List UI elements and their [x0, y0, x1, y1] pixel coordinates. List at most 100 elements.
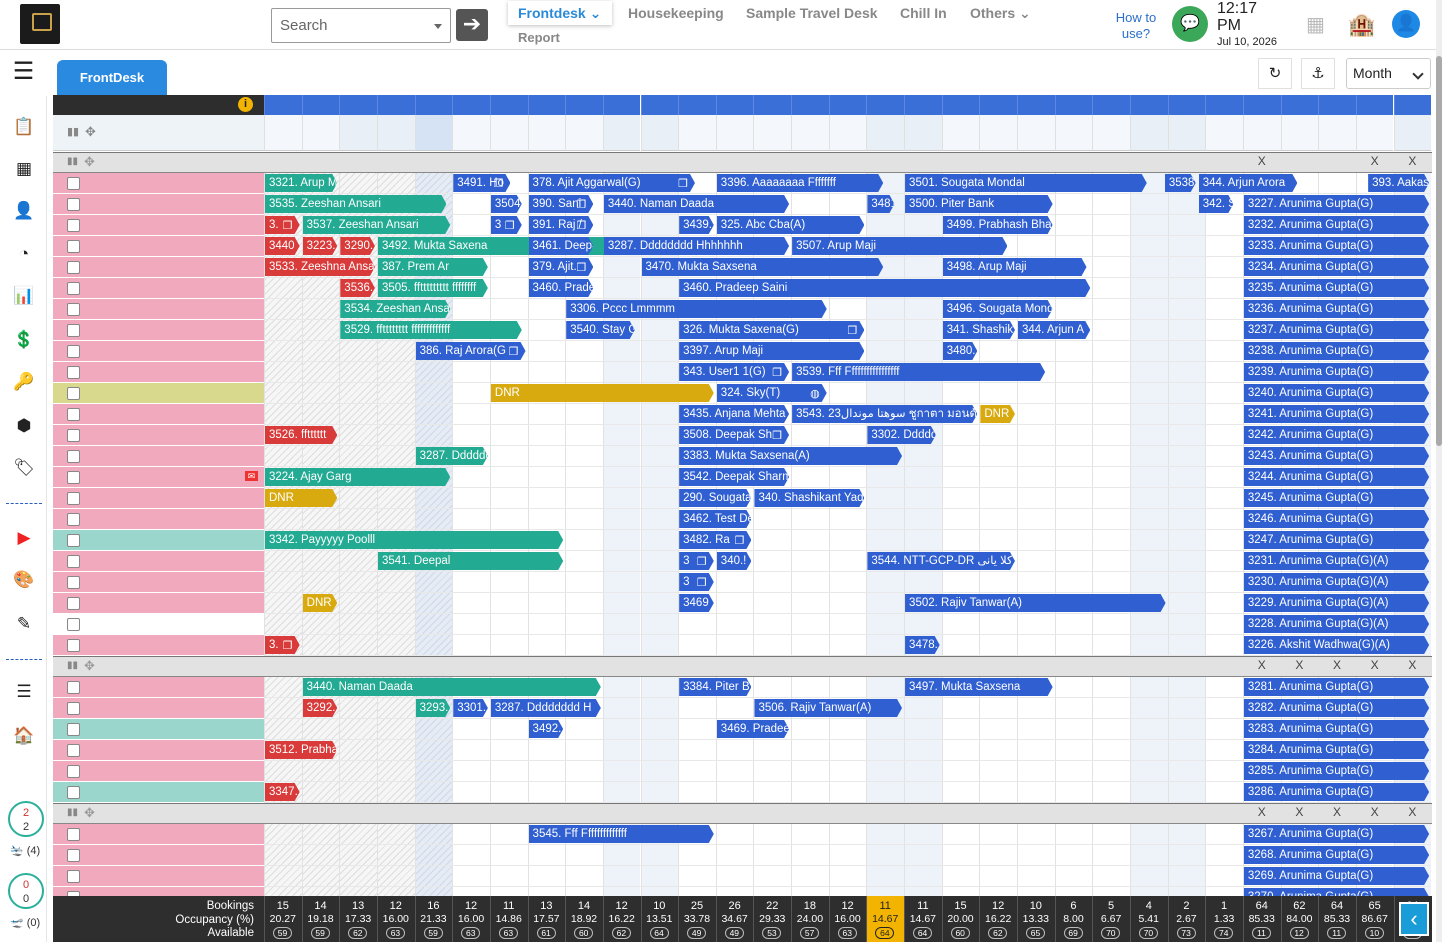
booking-bar[interactable]: 3267. Arunima Gupta(G) — [1244, 825, 1429, 843]
blocked-count[interactable] — [376, 95, 415, 115]
booking-bar[interactable]: 3287. Dddddddd H — [491, 699, 601, 717]
booking-bar[interactable]: 3240. Arunima Gupta(G) — [1244, 384, 1429, 402]
blocked-count[interactable] — [527, 95, 566, 115]
room-row[interactable] — [53, 488, 264, 509]
booking-bar[interactable]: 3507. Arup Maji — [792, 237, 1007, 255]
blocked-count[interactable] — [452, 95, 490, 115]
room-row[interactable] — [53, 362, 264, 383]
move-icon[interactable]: ✥ — [84, 658, 95, 674]
room-row[interactable] — [53, 740, 264, 761]
date-header-cell[interactable] — [1242, 115, 1281, 151]
date-header-cell[interactable] — [527, 115, 566, 151]
booking-bar[interactable]: 3504. — [491, 195, 522, 213]
anchor-icon[interactable]: ⚓ — [1301, 58, 1335, 89]
booking-bar[interactable]: 290. Sougata — [679, 489, 751, 507]
booking-bar[interactable]: 391. Raj / ❐ — [529, 216, 594, 234]
booking-bar[interactable]: 3499. Prabhash Bhatnagar — [943, 216, 1053, 234]
booking-bar[interactable]: 340. Shashikant Yad — [754, 489, 864, 507]
booking-bar[interactable]: 3244. Arunima Gupta(G) — [1244, 468, 1429, 486]
blocked-count[interactable] — [791, 95, 829, 115]
blocked-count[interactable] — [339, 95, 377, 115]
move-icon[interactable]: ✥ — [84, 805, 95, 821]
date-header-cell[interactable] — [565, 115, 603, 151]
booking-bar[interactable]: 3237. Arunima Gupta(G) — [1244, 321, 1429, 339]
room-checkbox[interactable] — [67, 450, 80, 463]
date-header-cell[interactable] — [301, 115, 340, 151]
booking-bar[interactable]: 3. ❐ — [265, 216, 300, 234]
booking-bar[interactable]: 3462. Test De — [679, 510, 751, 528]
date-header-cell[interactable] — [828, 115, 867, 151]
date-header-cell[interactable] — [1092, 115, 1130, 151]
room-row[interactable] — [53, 194, 264, 215]
booking-bar[interactable]: 3 ❐ — [679, 552, 714, 570]
copy-icon[interactable]: ❐ — [576, 217, 586, 234]
booking-bar[interactable]: 3292. — [303, 699, 338, 717]
booking-bar[interactable]: 3460. Pradee — [529, 279, 594, 297]
booking-bar[interactable]: 3 ❐ — [491, 216, 522, 234]
booking-bar[interactable]: 3541. Deepal — [378, 552, 563, 570]
blocked-count[interactable] — [1092, 95, 1130, 115]
room-checkbox[interactable] — [67, 702, 80, 715]
booking-bar[interactable]: 3534. Zeeshan Ansari — [340, 300, 450, 318]
blocked-count[interactable] — [1017, 95, 1055, 115]
move-icon[interactable]: ✥ — [84, 154, 95, 170]
tab-frontdesk[interactable]: FrontDesk — [57, 60, 167, 95]
booking-bar[interactable]: 3285. Arunima Gupta(G) — [1244, 762, 1429, 780]
date-header-cell[interactable] — [1017, 115, 1055, 151]
copy-icon[interactable]: ❐ — [509, 343, 519, 360]
room-checkbox[interactable] — [67, 261, 80, 274]
date-header-cell[interactable] — [264, 115, 302, 151]
room-row[interactable] — [53, 782, 264, 803]
booking-bar[interactable]: 3 ❐ — [679, 573, 714, 591]
booking-bar[interactable]: 3461. Deepa — [529, 237, 594, 255]
menu-report[interactable]: Report — [518, 30, 560, 45]
booking-bar[interactable]: 3229. Arunima Gupta(G)(A) — [1244, 594, 1429, 612]
palette-icon[interactable]: 🎨 — [12, 569, 36, 591]
booking-bar[interactable]: 3533. Zeeshna Ansa — [265, 258, 375, 276]
booking-bar[interactable]: 3306. Pccc Lmmmm — [566, 300, 827, 318]
menu-frontdesk[interactable]: Frontdesk ⌄ — [508, 1, 612, 25]
date-header-cell[interactable] — [376, 115, 415, 151]
booking-bar[interactable]: 324. Sky(T) ◍ — [717, 384, 827, 402]
booking-bar[interactable]: 325. Abc Cba(A) — [717, 216, 865, 234]
blocked-count[interactable] — [1205, 95, 1243, 115]
room-row[interactable] — [53, 572, 264, 593]
booking-bar[interactable]: 3506. Rajiv Tanwar(A) — [754, 699, 902, 717]
blocked-count[interactable] — [1054, 95, 1093, 115]
room-row[interactable] — [53, 383, 264, 404]
booking-bar[interactable]: 386. Raj Arora(G ❐ — [416, 342, 526, 360]
booking-bar[interactable]: 3235. Arunima Gupta(G) — [1244, 279, 1429, 297]
blocked-count[interactable] — [828, 95, 867, 115]
room-row[interactable] — [53, 719, 264, 740]
blocked-count[interactable] — [1393, 95, 1432, 115]
room-checkbox[interactable] — [67, 618, 80, 631]
room-checkbox[interactable] — [67, 849, 80, 862]
date-header-cell[interactable] — [1054, 115, 1093, 151]
booking-bar[interactable]: 3231. Arunima Gupta(G)(A) — [1244, 552, 1429, 570]
blocked-count[interactable] — [1242, 95, 1281, 115]
room-row[interactable] — [53, 425, 264, 446]
room-checkbox[interactable] — [67, 429, 80, 442]
booking-bar[interactable]: DNR — [980, 405, 1015, 423]
booking-bar[interactable]: 379. Ajit. ❐ — [529, 258, 594, 276]
blocked-count[interactable] — [941, 95, 980, 115]
booking-bar[interactable]: 3293. — [416, 699, 451, 717]
room-checkbox[interactable] — [67, 555, 80, 568]
refresh-icon[interactable]: ↻ — [1258, 58, 1292, 89]
room-row[interactable] — [53, 530, 264, 551]
room-checkbox[interactable] — [67, 198, 80, 211]
booking-bar[interactable]: 341. Shashik — [943, 321, 1015, 339]
booking-bar[interactable]: 387. Prem Ar — [378, 258, 488, 276]
copy-icon[interactable]: ❐ — [697, 574, 707, 591]
room-row[interactable] — [53, 320, 264, 341]
date-header-cell[interactable] — [1318, 115, 1356, 151]
room-checkbox[interactable] — [67, 345, 80, 358]
booking-bar[interactable]: 3545. Fff Ffffffffffffff — [529, 825, 714, 843]
booking-bar[interactable]: 3223. — [303, 237, 338, 255]
date-header-cell[interactable] — [979, 115, 1017, 151]
booking-bar[interactable]: 3224. Ajay Garg — [265, 468, 450, 486]
booking-bar[interactable]: 3239. Arunima Gupta(G) — [1244, 363, 1429, 381]
room-row[interactable] — [53, 677, 264, 698]
room-checkbox[interactable] — [67, 744, 80, 757]
date-header-cell[interactable] — [1205, 115, 1243, 151]
